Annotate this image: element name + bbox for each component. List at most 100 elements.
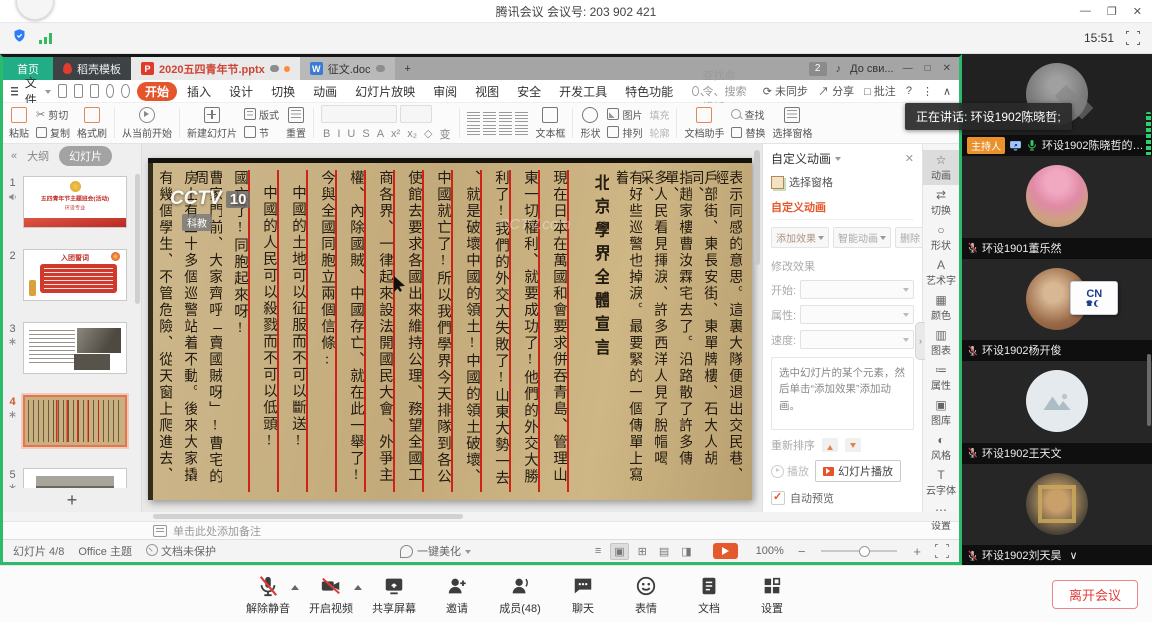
find-button[interactable]: 查找 [731,107,765,122]
redo-icon[interactable] [121,84,130,98]
add-slide-button[interactable]: + [3,488,141,512]
toolbar-invite[interactable]: 邀请 [426,573,489,616]
menu-action-批注[interactable]: □ 批注 [864,83,896,99]
menu-tab-安全[interactable]: 安全 [509,82,549,101]
strip-item-颜色[interactable]: ▦颜色 [923,290,959,325]
slide-thumbnail-5[interactable] [23,468,127,488]
chevron-down-icon[interactable] [835,157,841,164]
smart-animation-button[interactable]: 智能动画 [833,227,891,248]
select-pane-button[interactable]: 选择窗格 [771,174,914,190]
add-effect-button[interactable]: 添加效果 [771,227,829,248]
paste-button[interactable]: 粘贴 [9,107,29,140]
leave-meeting-button[interactable]: 离开会议 [1052,580,1138,609]
replace-button[interactable]: 替换 [731,125,765,140]
reset-button[interactable]: 重置 [286,107,306,140]
zoom-slider-knob[interactable] [859,546,870,557]
minimize-button[interactable]: — [1080,5,1091,17]
delete-effect-button[interactable]: 删除 [895,227,925,248]
help-icon[interactable]: ? [906,85,912,97]
outline-button[interactable]: 轮廓 [649,125,669,140]
menu-tab-开发工具[interactable]: 开发工具 [551,82,615,101]
start-dropdown[interactable] [800,280,914,299]
menu-tab-插入[interactable]: 插入 [179,82,219,101]
slide-thumbnail-3[interactable] [23,322,127,374]
auto-preview-checkbox[interactable] [771,491,785,505]
menu-tab-幻灯片放映[interactable]: 幻灯片放映 [347,82,423,101]
toolbar-apps[interactable]: 设置 [741,573,804,616]
font-style-button-B[interactable]: B [321,128,332,140]
fit-screen-icon[interactable] [935,544,949,558]
copy-button[interactable]: 复制 [36,125,70,140]
menu-tab-特色功能[interactable]: 特色功能 [617,82,681,101]
zoom-level[interactable]: 100% [756,545,784,557]
new-slide-button[interactable]: 新建幻灯片 [187,107,237,140]
network-signal-icon[interactable] [39,32,52,44]
bullet-list-icon[interactable] [467,112,480,122]
view-mode-icon-2[interactable]: ⊞ [635,544,650,559]
menu-action-分享[interactable]: ↗ 分享 [818,83,854,99]
caret-up-icon[interactable] [291,581,299,590]
new-tab-button[interactable]: + [395,57,421,80]
slide-vertical-scrollbar[interactable] [754,150,760,265]
maximize-button[interactable]: ❐ [1107,5,1117,18]
menu-tab-动画[interactable]: 动画 [305,82,345,101]
participant-tile-3[interactable]: CN环设1902杨开俊 [962,259,1152,360]
slide-thumbnail-1[interactable]: 五四青年节主题班会(活动)环设专业 [23,176,127,228]
participant-tile-2[interactable]: 环设1901董乐然 [962,156,1152,257]
view-mode-icon-0[interactable]: ≡ [592,544,604,558]
zoom-out-button[interactable]: − [798,544,806,559]
fullscreen-icon[interactable] [1126,31,1140,45]
sidebar-scrollbar[interactable] [1147,354,1151,426]
toolbar-members[interactable]: 成员(48) [489,573,552,616]
strip-item-切换[interactable]: ⇄切换 [923,185,959,220]
more-icon[interactable]: ⋮ [922,85,933,98]
menu-tab-设计[interactable]: 设计 [221,82,261,101]
menu-tab-开始[interactable]: 开始 [137,82,177,101]
view-mode-icon-3[interactable]: ▤ [656,544,672,559]
menu-tab-审阅[interactable]: 审阅 [425,82,465,101]
toolbar-camera-off[interactable]: 开启视频 [300,573,363,616]
justify-icon[interactable] [515,125,528,135]
font-size-input[interactable] [400,105,432,123]
cut-button[interactable]: ✂剪切 [36,107,70,122]
font-style-button-I[interactable]: I [335,128,342,140]
font-style-button-x²[interactable]: x² [389,128,402,140]
tab-store[interactable]: 稻壳模板 [53,57,131,80]
layout-button[interactable]: 版式 [244,107,279,122]
picture-button[interactable]: 图片 [607,107,642,122]
notes-bar[interactable]: 单击此处添加备注 [3,521,959,539]
collapse-panel-button[interactable]: « [11,150,17,162]
indent-icon[interactable] [499,112,512,122]
section-button[interactable]: 节 [244,125,279,140]
format-painter-button[interactable]: 格式刷 [77,107,107,140]
collapse-ribbon-icon[interactable]: ∧ [943,85,951,98]
music-widget[interactable]: До сви... [850,63,893,75]
toolbar-mic-muted[interactable]: 解除静音 [237,573,300,616]
font-style-button-变[interactable]: 变 [437,126,452,142]
view-mode-icon-1[interactable]: ▣ [610,543,628,560]
menu-action-未同步[interactable]: ⟳ 未同步 [763,83,808,99]
view-mode-icon-4[interactable]: ◨ [678,544,694,559]
close-panel-icon[interactable]: ✕ [905,152,914,165]
slideshow-play-button[interactable]: 幻灯片播放 [815,460,901,482]
move-down-button[interactable] [845,438,861,452]
line-spacing-icon[interactable] [515,112,528,122]
strip-item-图表[interactable]: ▥图表 [923,325,959,360]
strip-item-形状[interactable]: ○形状 [923,220,959,255]
theme-name[interactable]: Office 主题 [78,543,132,559]
toolbar-chat[interactable]: 聊天 [552,573,615,616]
font-style-button-◇[interactable]: ◇ [422,127,434,140]
align-right-icon[interactable] [499,125,512,135]
wps-minimize-button[interactable]: — [903,63,913,74]
font-style-button-A[interactable]: A [375,128,386,140]
floating-avatar-bubble[interactable] [16,0,54,20]
shapes-button[interactable]: 形状 [580,107,600,140]
close-button[interactable]: ✕ [1133,5,1142,18]
zoom-slider[interactable] [821,550,897,552]
beautify-button[interactable]: 一键美化 [400,543,471,559]
tab-document[interactable]: W 征文.doc [300,57,395,80]
font-style-button-S[interactable]: S [360,128,371,140]
zoom-in-button[interactable]: + [913,544,921,559]
strip-item-图库[interactable]: ▣图库 [923,395,959,430]
output-icon[interactable] [74,84,83,98]
